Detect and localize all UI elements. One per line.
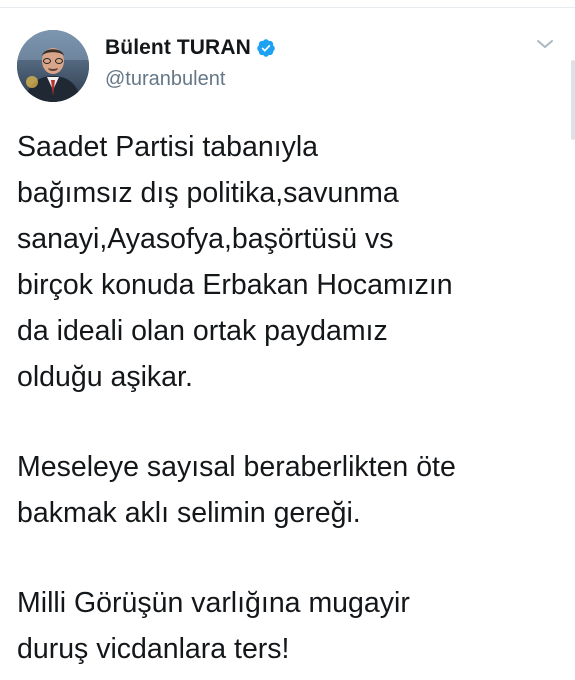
verified-badge-icon [257, 39, 275, 57]
tweet-line: da ideali olan ortak paydamız [17, 315, 388, 347]
tweet-line: Meseleye sayısal beraberlikten öte [17, 451, 456, 483]
tweet-line: duruş vicdanlara ters! [17, 633, 290, 665]
scrollbar[interactable] [571, 60, 575, 140]
tweet-screen: Bülent TURAN @turanbulent Saadet Partisi… [0, 0, 575, 680]
tweet-line: bağımsız dış politika,savunma [17, 177, 399, 209]
tweet-paragraph: Milli Görüşün varlığına mugayir duruş vi… [17, 580, 562, 672]
tweet-paragraph: Meseleye sayısal beraberlikten öte bakma… [17, 444, 562, 536]
tweet-text: Saadet Partisi tabanıyla bağımsız dış po… [17, 124, 562, 672]
profile-avatar [17, 30, 89, 102]
tweet-line: birçok konuda Erbakan Hocamızın [17, 269, 453, 301]
tweet-line: bakmak aklı selimin gereği. [17, 497, 361, 529]
tweet-line: Milli Görüşün varlığına mugayir [17, 587, 410, 619]
author-handle[interactable]: @turanbulent [105, 68, 225, 91]
tweet-header: Bülent TURAN @turanbulent [17, 30, 562, 102]
tweet-line: Saadet Partisi tabanıyla [17, 131, 319, 163]
tweet-line: sanayi,Ayasofya,başörtüsü vs [17, 223, 394, 255]
tweet-paragraph: Saadet Partisi tabanıyla bağımsız dış po… [17, 124, 562, 400]
tweet-line: olduğu aşikar. [17, 361, 193, 393]
author-display-name[interactable]: Bülent TURAN [105, 36, 251, 60]
chevron-down-icon[interactable] [536, 38, 554, 50]
top-divider [0, 7, 575, 8]
author-name-row[interactable]: Bülent TURAN [105, 34, 276, 62]
author-avatar[interactable] [17, 30, 89, 102]
